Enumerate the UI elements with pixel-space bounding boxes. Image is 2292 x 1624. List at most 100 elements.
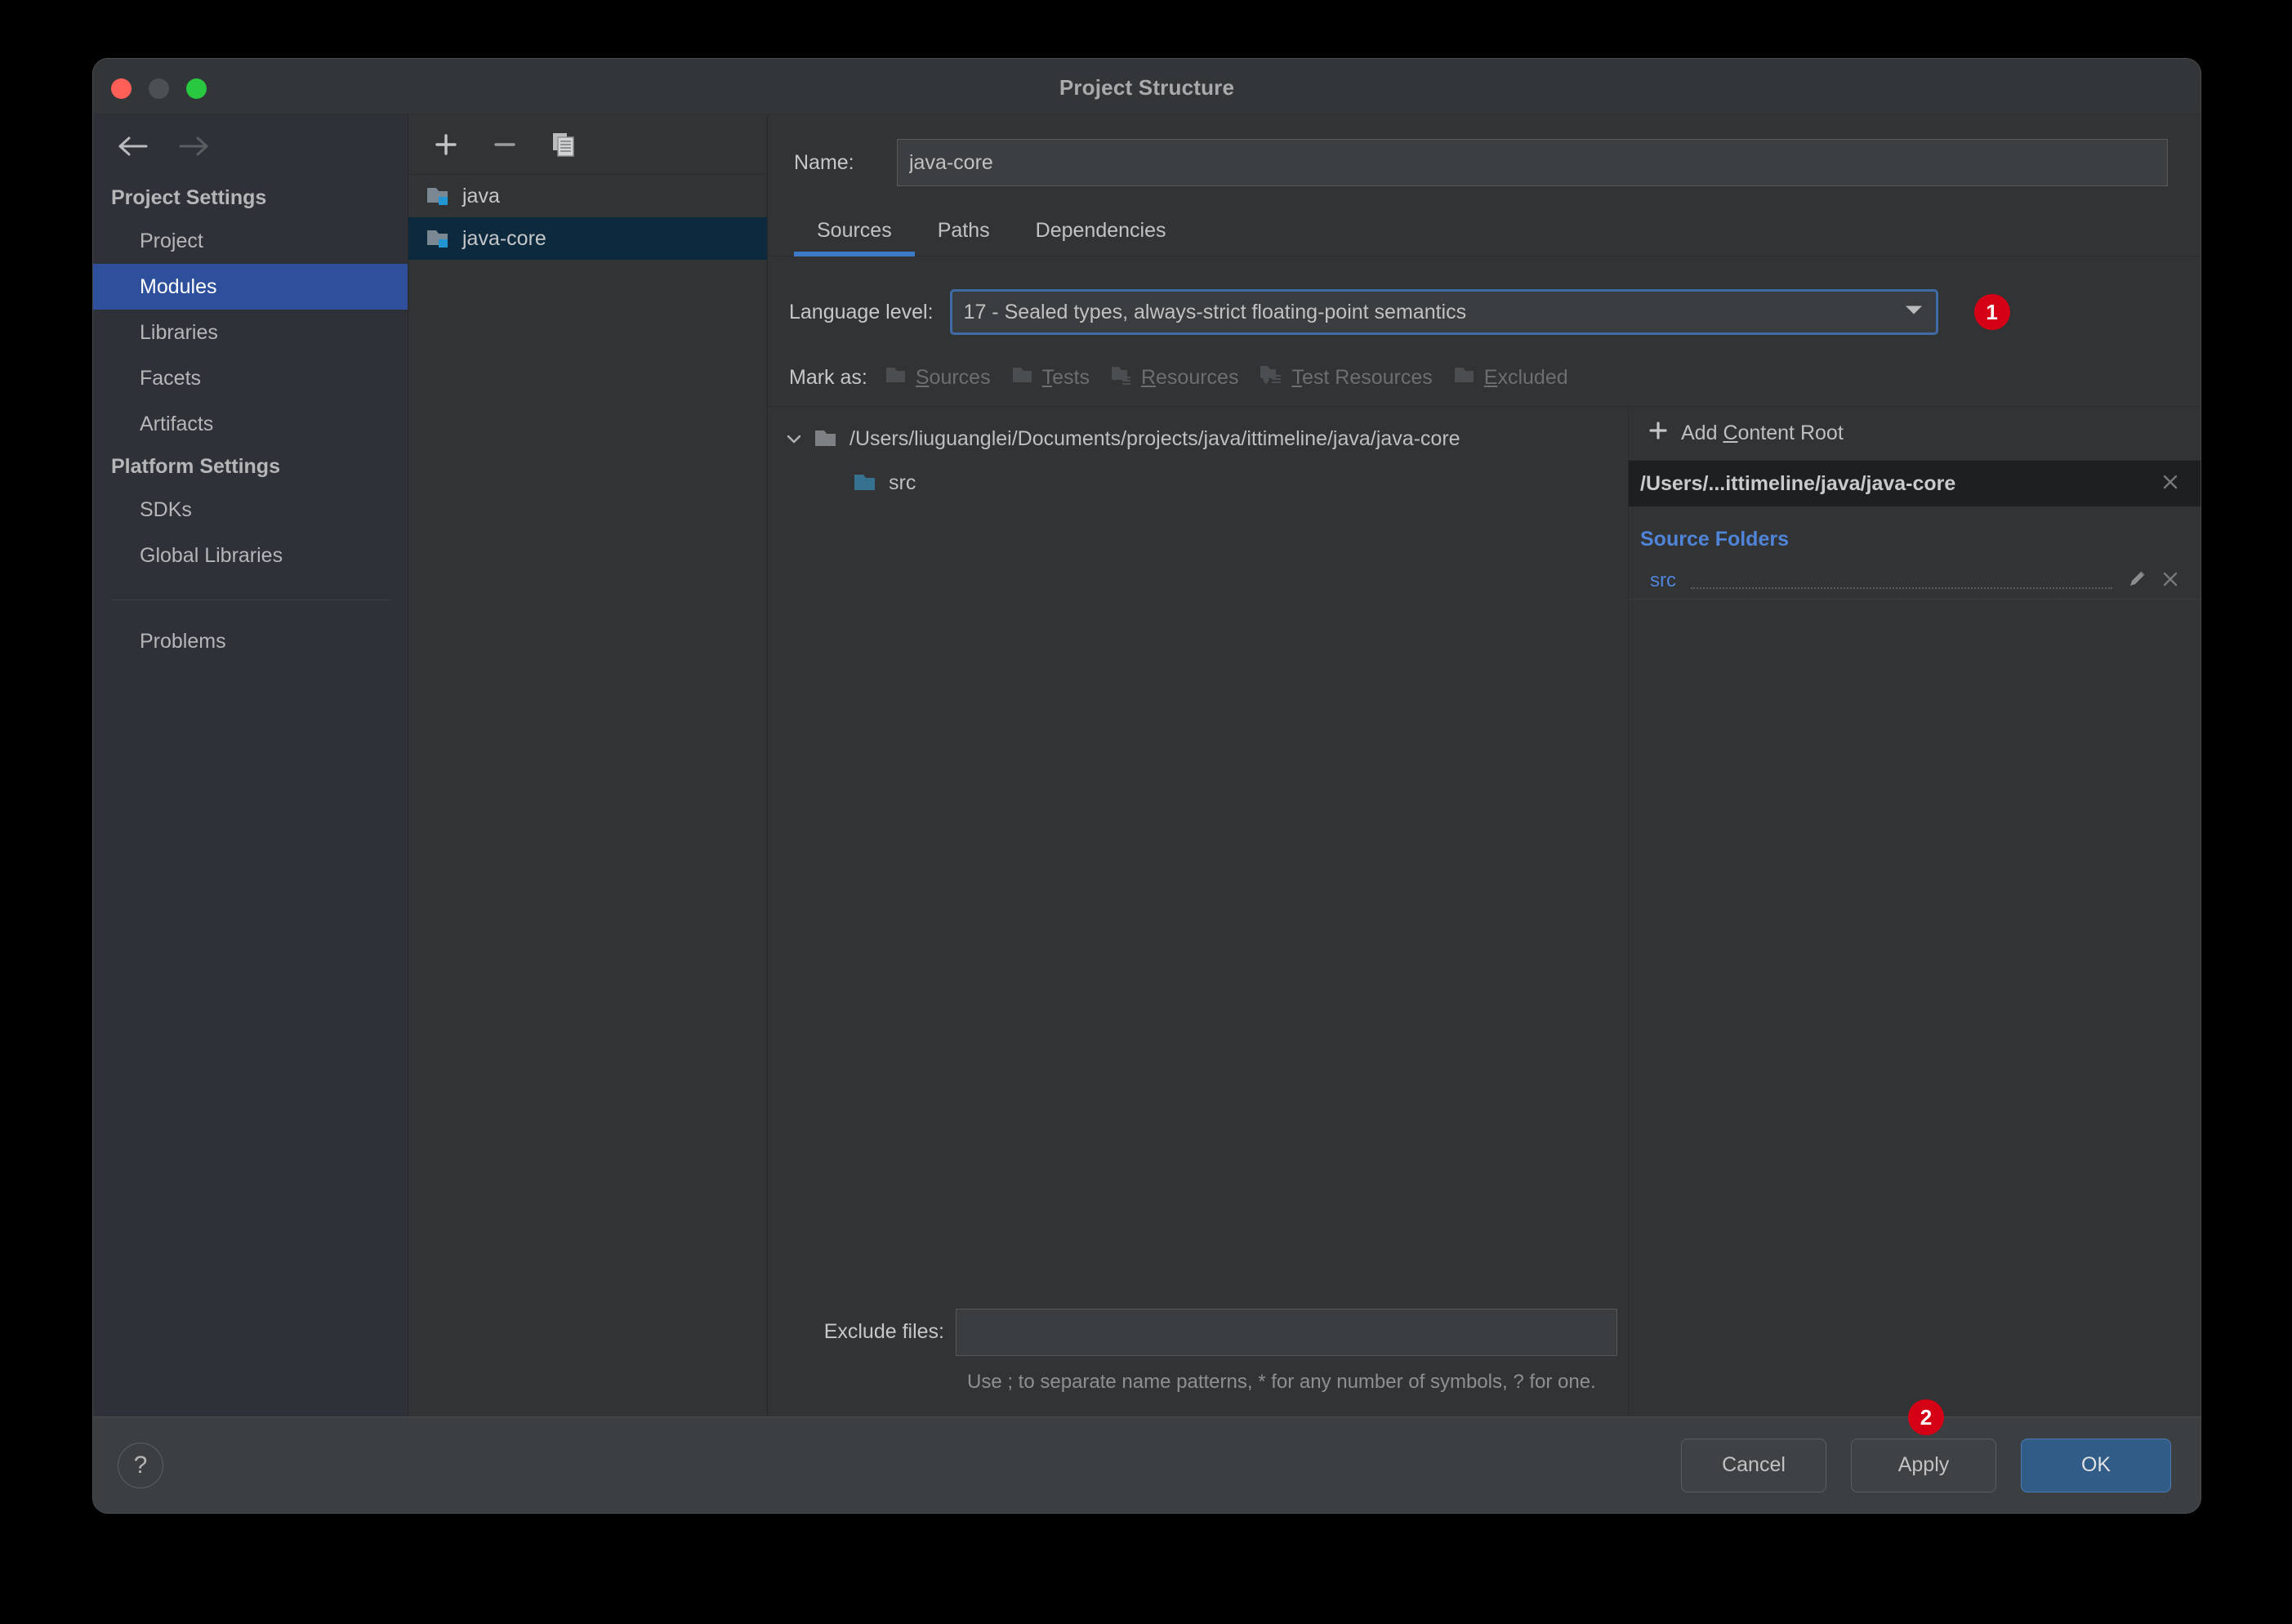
chevron-down-icon[interactable]	[784, 433, 804, 444]
dialog-footer: ? Cancel Apply OK 2	[93, 1399, 2201, 1513]
module-name-row: Name:	[768, 114, 2201, 186]
plus-icon	[1647, 419, 1670, 448]
mark-as-test-resources-mnemonic: T	[1291, 366, 1302, 389]
help-button[interactable]: ?	[118, 1442, 163, 1488]
window-title: Project Structure	[1059, 75, 1235, 100]
mark-as-test-resources-label: est Resources	[1301, 366, 1433, 389]
mark-as-sources-button[interactable]: Sources	[885, 365, 991, 390]
source-folder-leader-dots	[1691, 573, 2112, 589]
content-root-header-path: /Users/...ittimeline/java/java-core	[1640, 471, 1956, 495]
exclude-files-row: Exclude files:	[768, 1308, 1628, 1356]
mark-as-sources-label: ources	[929, 366, 991, 389]
sidebar-item-libraries[interactable]: Libraries	[93, 310, 408, 355]
mark-as-excluded-button[interactable]: Excluded	[1454, 365, 1568, 390]
exclude-files-hint: Use ; to separate name patterns, * for a…	[967, 1370, 1596, 1393]
list-item[interactable]: java-core	[408, 217, 767, 260]
exclude-files-input[interactable]	[956, 1308, 1617, 1356]
language-level-label: Language level:	[789, 300, 934, 323]
mark-as-tests-button[interactable]: Tests	[1012, 365, 1090, 390]
module-name-input[interactable]	[897, 139, 2168, 186]
close-icon[interactable]	[2156, 471, 2184, 497]
content-root-tree: /Users/liuguanglei/Documents/projects/ja…	[768, 407, 1628, 1309]
tree-row[interactable]: /Users/liuguanglei/Documents/projects/ja…	[768, 417, 1628, 461]
sidebar-item-global-libraries[interactable]: Global Libraries	[93, 533, 408, 578]
sidebar-item-facets[interactable]: Facets	[93, 355, 408, 401]
sidebar-item-problems[interactable]: Problems	[93, 618, 408, 664]
sidebar-navigation	[93, 114, 408, 178]
mark-as-test-resources-button[interactable]: Test Resources	[1260, 364, 1433, 391]
ok-button[interactable]: OK	[2021, 1438, 2171, 1492]
sidebar-item-project[interactable]: Project	[93, 218, 408, 264]
module-list-toolbar	[408, 114, 767, 175]
folder-resources-icon	[1111, 365, 1134, 390]
mark-as-resources-mnemonic: R	[1140, 366, 1157, 389]
mark-as-label: Mark as:	[789, 366, 867, 389]
apply-button[interactable]: Apply	[1851, 1438, 1996, 1492]
dialog-body: Project Settings Project Modules Librari…	[93, 114, 2201, 1417]
remove-module-button[interactable]	[488, 128, 521, 161]
close-icon[interactable]	[2156, 569, 2184, 594]
sidebar-group-platform-settings: Platform Settings	[111, 455, 280, 478]
mark-as-resources-label: esources	[1156, 366, 1239, 389]
exclude-files-block: Exclude files: Use ; to separate name pa…	[768, 1308, 1628, 1417]
folder-sources-icon	[885, 365, 908, 390]
source-folders-section: Source Folders src	[1629, 506, 2201, 600]
mark-as-tests-mnemonic: T	[1041, 366, 1053, 389]
source-folders-title: Source Folders	[1640, 528, 1789, 551]
source-folder-row[interactable]: src	[1629, 563, 2201, 599]
mark-as-row: Mark as: Sources Tests Resources Test Re…	[768, 335, 2201, 391]
content-root-header[interactable]: /Users/...ittimeline/java/java-core	[1629, 461, 2201, 506]
module-detail-panel: Name: Sources Paths Dependencies Languag…	[768, 114, 2201, 1417]
annotation-badge-2: 2	[1908, 1399, 1944, 1435]
mark-as-excluded-mnemonic: E	[1483, 366, 1498, 389]
folder-tests-icon	[1012, 365, 1035, 390]
tab-sources[interactable]: Sources	[794, 214, 915, 257]
arrow-right-icon[interactable]	[175, 127, 212, 165]
sidebar-item-modules[interactable]: Modules	[93, 264, 408, 310]
folder-blue-icon	[853, 472, 879, 493]
content-root-details-panel: Add Content Root /Users/...ittimeline/ja…	[1629, 407, 2201, 1417]
tab-paths[interactable]: Paths	[915, 214, 1013, 256]
add-content-root-button[interactable]: Add Content Root	[1629, 407, 2201, 461]
module-folder-icon	[426, 228, 451, 249]
module-name-label: Name:	[794, 150, 854, 174]
add-content-root-mnemonic: C	[1723, 422, 1738, 444]
chevron-down-icon	[1905, 305, 1923, 320]
module-folder-icon	[426, 185, 451, 207]
copy-module-button[interactable]	[547, 128, 580, 161]
detail-tabs: Sources Paths Dependencies	[768, 214, 2201, 257]
module-name: java-core	[462, 226, 546, 250]
folder-test-resources-icon	[1260, 364, 1284, 391]
cancel-button[interactable]: Cancel	[1681, 1438, 1826, 1492]
language-level-row: Language level: 17 - Sealed types, alway…	[768, 257, 2201, 335]
source-folder-name: src	[889, 471, 916, 494]
content-root-path: /Users/liuguanglei/Documents/projects/ja…	[849, 426, 1460, 450]
add-content-root-post: ontent Root	[1737, 422, 1844, 444]
folder-grey-icon	[814, 428, 840, 449]
window-titlebar: Project Structure	[93, 59, 2201, 114]
sidebar-item-artifacts[interactable]: Artifacts	[93, 401, 408, 447]
list-item[interactable]: java	[408, 175, 767, 217]
mark-as-excluded-label: xcluded	[1497, 366, 1568, 389]
mark-as-resources-button[interactable]: Resources	[1111, 365, 1239, 390]
exclude-files-label: Exclude files:	[823, 1320, 944, 1344]
content-root-tree-column: /Users/liuguanglei/Documents/projects/ja…	[768, 407, 1629, 1417]
sidebar-group-project-settings: Project Settings	[111, 186, 267, 209]
settings-sidebar: Project Settings Project Modules Librari…	[93, 114, 408, 1417]
mark-as-sources-mnemonic: S	[915, 366, 930, 389]
arrow-left-icon[interactable]	[114, 127, 152, 165]
sidebar-item-sdks[interactable]: SDKs	[93, 487, 408, 533]
project-structure-dialog: Project Structure Project Settings Proje…	[93, 59, 2201, 1513]
mark-as-tests-label: ests	[1052, 366, 1090, 389]
source-folder-name: src	[1650, 569, 1676, 591]
annotation-badge-1: 1	[1973, 294, 2010, 330]
module-name: java	[462, 184, 500, 207]
folder-excluded-icon	[1454, 365, 1477, 390]
module-list-panel: java java-core	[408, 114, 768, 1417]
pencil-icon[interactable]	[2127, 569, 2148, 594]
tab-dependencies[interactable]: Dependencies	[1013, 214, 1189, 256]
tree-row[interactable]: src	[768, 461, 1628, 505]
language-level-value: 17 - Sealed types, always-strict floatin…	[963, 300, 1467, 323]
language-level-combobox[interactable]: 17 - Sealed types, always-strict floatin…	[949, 289, 1938, 335]
add-module-button[interactable]	[430, 128, 462, 161]
